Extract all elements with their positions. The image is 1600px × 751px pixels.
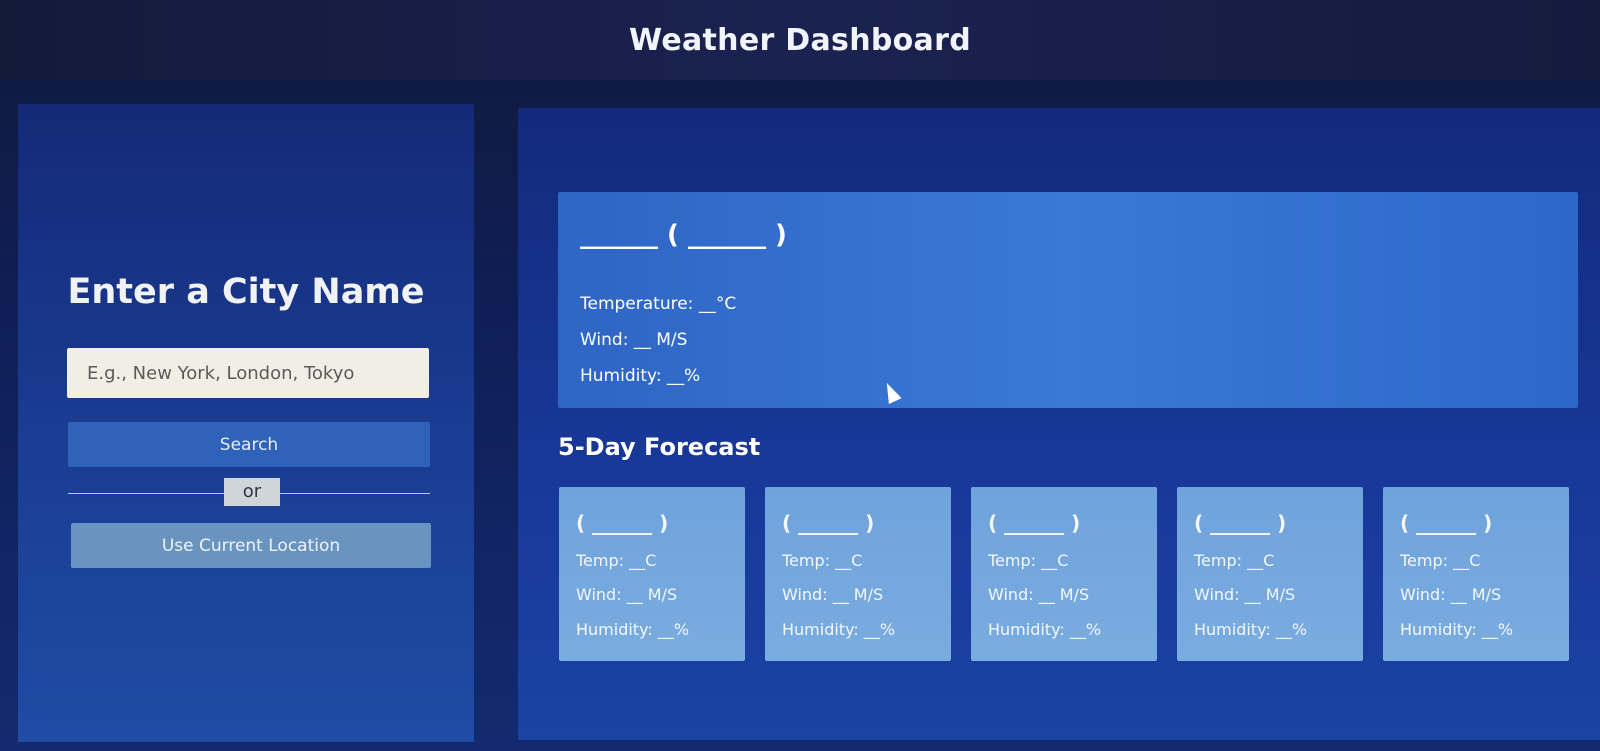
forecast-humidity: Humidity: __% <box>576 620 690 639</box>
forecast-temp: Temp: __C <box>1194 551 1275 570</box>
forecast-card: ( ______ ) Temp: __C Wind: __ M/S Humidi… <box>1177 487 1363 661</box>
current-temperature: Temperature: __°C <box>580 294 737 314</box>
current-humidity: Humidity: __% <box>580 366 701 386</box>
forecast-wind: Wind: __ M/S <box>1194 585 1296 604</box>
forecast-wind: Wind: __ M/S <box>576 585 678 604</box>
forecast-card: ( ______ ) Temp: __C Wind: __ M/S Humidi… <box>765 487 951 661</box>
forecast-wind: Wind: __ M/S <box>988 585 1090 604</box>
forecast-list: ( ______ ) Temp: __C Wind: __ M/S Humidi… <box>559 487 1569 663</box>
forecast-humidity: Humidity: __% <box>1194 620 1308 639</box>
current-city-date: ______ ( ______ ) <box>580 220 787 250</box>
forecast-wind: Wind: __ M/S <box>782 585 884 604</box>
forecast-date: ( ______ ) <box>988 511 1081 535</box>
weather-panel: ______ ( ______ ) Temperature: __°C Wind… <box>518 108 1600 740</box>
city-search-input[interactable] <box>67 348 429 398</box>
current-wind: Wind: __ M/S <box>580 330 688 350</box>
forecast-humidity: Humidity: __% <box>988 620 1102 639</box>
forecast-wind: Wind: __ M/S <box>1400 585 1502 604</box>
forecast-date: ( ______ ) <box>1194 511 1287 535</box>
current-weather-card: ______ ( ______ ) Temperature: __°C Wind… <box>558 192 1578 408</box>
search-panel: Enter a City Name Search or Use Current … <box>18 104 474 742</box>
use-current-location-button[interactable]: Use Current Location <box>71 523 431 568</box>
app-header: Weather Dashboard <box>0 0 1600 80</box>
forecast-temp: Temp: __C <box>576 551 657 570</box>
forecast-date: ( ______ ) <box>1400 511 1493 535</box>
search-panel-title: Enter a City Name <box>67 272 425 312</box>
forecast-temp: Temp: __C <box>782 551 863 570</box>
forecast-humidity: Humidity: __% <box>1400 620 1514 639</box>
divider-or-label: or <box>224 478 280 506</box>
forecast-card: ( ______ ) Temp: __C Wind: __ M/S Humidi… <box>971 487 1157 661</box>
forecast-title: 5-Day Forecast <box>558 433 761 461</box>
forecast-temp: Temp: __C <box>988 551 1069 570</box>
forecast-temp: Temp: __C <box>1400 551 1481 570</box>
forecast-humidity: Humidity: __% <box>782 620 896 639</box>
forecast-card: ( ______ ) Temp: __C Wind: __ M/S Humidi… <box>1383 487 1569 661</box>
search-button[interactable]: Search <box>68 422 430 467</box>
forecast-card: ( ______ ) Temp: __C Wind: __ M/S Humidi… <box>559 487 745 661</box>
forecast-date: ( ______ ) <box>782 511 875 535</box>
forecast-date: ( ______ ) <box>576 511 669 535</box>
page-title: Weather Dashboard <box>629 22 971 58</box>
